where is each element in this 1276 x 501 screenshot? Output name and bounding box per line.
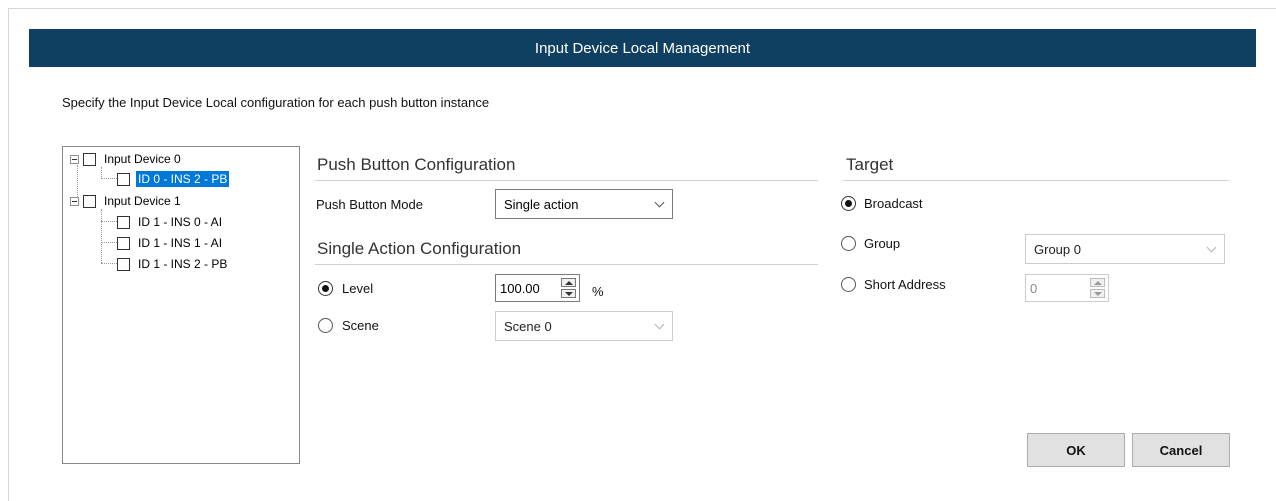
tree-node-checkbox[interactable] <box>117 172 130 186</box>
group-label: Group <box>864 236 901 251</box>
level-spinbox[interactable]: 100.00 <box>495 274 580 302</box>
short-address-label: Short Address <box>864 277 946 292</box>
tree-node-checkbox[interactable] <box>83 152 96 166</box>
tree-node-id1-ins2-pb[interactable]: ID 1 - INS 2 - PB <box>117 255 229 273</box>
tree-node-input-device-1[interactable]: Input Device 1 <box>70 192 183 210</box>
scene-dropdown[interactable]: Scene 0 <box>495 311 673 341</box>
tree-node-label: ID 1 - INS 0 - AI <box>138 215 223 229</box>
tree-node-checkbox[interactable] <box>117 215 130 229</box>
ok-button[interactable]: OK <box>1027 433 1125 467</box>
tree-node-checkbox[interactable] <box>117 257 130 271</box>
target-title: Target <box>846 155 894 174</box>
dialog-title: Input Device Local Management <box>534 39 751 57</box>
collapse-icon[interactable] <box>70 154 79 164</box>
dialog-title-bar: Input Device Local Management <box>29 29 1256 67</box>
collapse-icon[interactable] <box>70 196 79 206</box>
push-button-mode-value: Single action <box>504 196 579 212</box>
level-label: Level <box>342 281 374 296</box>
scene-label: Scene <box>342 318 379 333</box>
chevron-down-icon <box>1206 242 1217 253</box>
push-button-mode-dropdown[interactable]: Single action <box>495 189 673 219</box>
tree-node-label: ID 1 - INS 1 - AI <box>138 236 223 250</box>
section-divider <box>843 180 1229 181</box>
tree-line <box>101 221 117 222</box>
short-address-spinbox[interactable]: 0 <box>1025 274 1109 302</box>
tree-line <box>101 242 117 243</box>
level-value: 100.00 <box>500 281 540 296</box>
tree-node-input-device-0[interactable]: Input Device 0 <box>70 150 183 168</box>
tree-node-checkbox[interactable] <box>117 236 130 250</box>
tree-node-label: ID 0 - INS 2 - PB <box>136 171 230 187</box>
device-tree[interactable]: Input Device 0 ID 0 - INS 2 - PB Input D… <box>62 146 300 464</box>
tree-node-checkbox[interactable] <box>83 194 96 208</box>
tree-node-label: ID 1 - INS 2 - PB <box>138 257 228 271</box>
level-radio[interactable] <box>318 281 333 296</box>
tree-node-id0-ins2-pb[interactable]: ID 0 - INS 2 - PB <box>117 170 230 188</box>
tree-node-label: Input Device 0 <box>104 152 181 166</box>
group-radio[interactable] <box>841 236 856 251</box>
spin-down-icon[interactable] <box>561 289 576 298</box>
tree-node-id1-ins0-ai[interactable]: ID 1 - INS 0 - AI <box>117 213 224 231</box>
tree-node-label: Input Device 1 <box>104 194 181 208</box>
single-action-config-title: Single Action Configuration <box>317 239 522 258</box>
group-dropdown[interactable]: Group 0 <box>1025 234 1225 264</box>
spin-down-icon[interactable] <box>1090 289 1105 298</box>
cancel-button[interactable]: Cancel <box>1132 433 1230 467</box>
spin-up-icon[interactable] <box>561 278 576 287</box>
short-address-radio[interactable] <box>841 277 856 292</box>
instructions-text: Specify the Input Device Local configura… <box>62 95 490 110</box>
section-divider <box>315 264 818 265</box>
broadcast-label: Broadcast <box>864 196 923 211</box>
tree-line <box>101 209 102 263</box>
short-address-value: 0 <box>1030 281 1038 296</box>
group-value: Group 0 <box>1034 241 1081 257</box>
tree-line <box>101 167 102 177</box>
tree-node-id1-ins1-ai[interactable]: ID 1 - INS 1 - AI <box>117 234 224 252</box>
chevron-down-icon <box>654 197 665 208</box>
chevron-down-icon <box>654 319 665 330</box>
push-button-config-title: Push Button Configuration <box>317 155 516 174</box>
broadcast-radio[interactable] <box>841 196 856 211</box>
level-unit: % <box>592 284 604 299</box>
spin-up-icon[interactable] <box>1090 278 1105 287</box>
section-divider <box>315 180 818 181</box>
scene-radio[interactable] <box>318 318 333 333</box>
push-button-mode-label: Push Button Mode <box>316 197 423 212</box>
tree-line <box>101 178 117 179</box>
tree-line <box>101 263 117 264</box>
scene-value: Scene 0 <box>504 318 552 334</box>
